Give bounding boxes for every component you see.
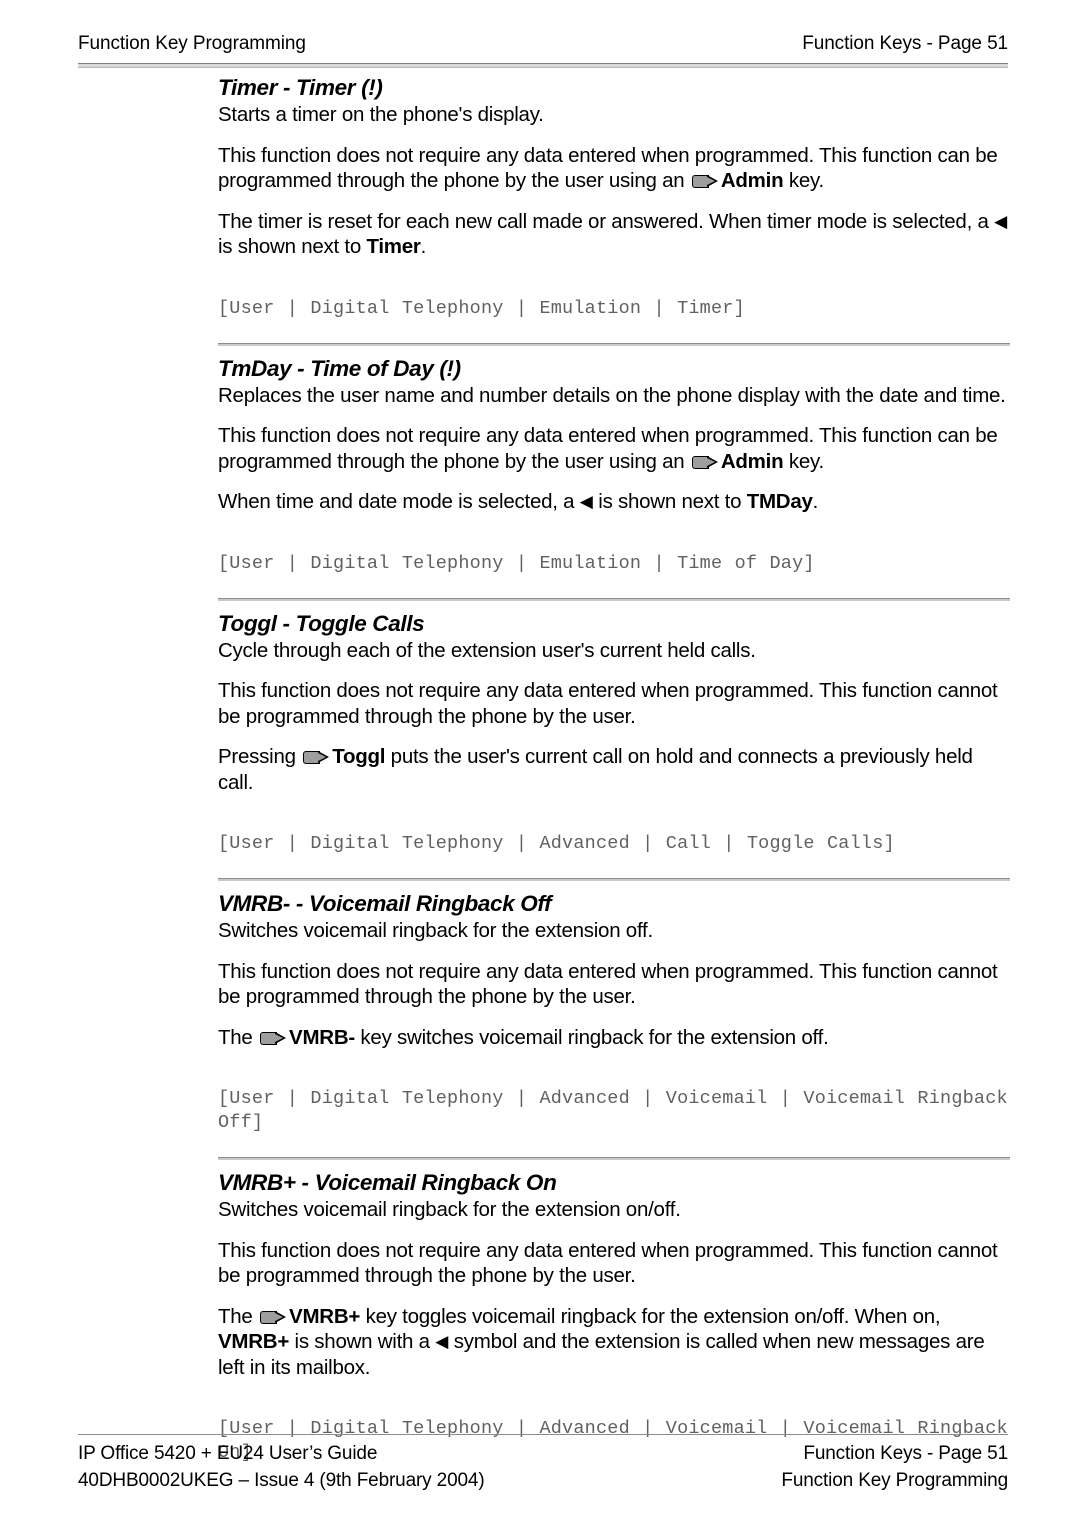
section-tmday: TmDay - Time of Day (!) Replaces the use… <box>218 342 1010 598</box>
section-heading: VMRB- - Voicemail Ringback Off <box>218 891 552 916</box>
section-paragraph: The VMRB+ key toggles voicemail ringback… <box>218 1304 1010 1381</box>
section-paragraph: Switches voicemail ringback for the exte… <box>218 1198 681 1221</box>
phone-key-icon <box>691 455 718 469</box>
section-paragraph: The timer is reset for each new call mad… <box>218 209 1010 260</box>
section-paragraph: Starts a timer on the phone's display. <box>218 103 544 126</box>
section-timer: Timer - Timer (!) Starts a timer on the … <box>218 74 1010 343</box>
page-header: Function Key Programming Function Keys -… <box>78 32 1008 56</box>
paragraph-text: When time and date mode is selected, a <box>218 490 580 513</box>
section-divider <box>218 878 1010 881</box>
section-heading: TmDay - Time of Day (!) <box>218 355 461 381</box>
emphasis-text: VMRB+ <box>289 1304 361 1328</box>
paragraph-text: This function does not require any data … <box>218 424 998 473</box>
paragraph-text: is shown next to <box>218 235 367 258</box>
emphasis-text: Timer <box>366 235 421 258</box>
config-path-code: [User | Digital Telephony | Emulation | … <box>218 552 815 574</box>
section-paragraph: This function does not require any data … <box>218 1238 998 1288</box>
paragraph-text: key. <box>783 449 824 473</box>
section-divider <box>218 597 1010 601</box>
section-heading: Toggl - Toggle Calls <box>218 610 425 636</box>
paragraph-text: This function does not require any data … <box>218 143 998 193</box>
emphasis-text: Admin <box>720 169 784 192</box>
section-paragraph: Replaces the user name and number detail… <box>218 383 1006 407</box>
footer-right: Function Keys - Page 51 Function Key Pro… <box>781 1441 1008 1494</box>
footer-page-ref: Function Keys - Page 51 <box>803 1443 1008 1464</box>
header-left-text: Function Key Programming <box>78 33 306 54</box>
section-paragraph: Pressing Toggl puts the user's current c… <box>218 744 1010 795</box>
emphasis-text: VMRB+ <box>218 1330 290 1353</box>
section-heading: VMRB+ - Voicemail Ringback On <box>218 1170 557 1195</box>
paragraph-text: is shown with a <box>289 1330 436 1353</box>
section-divider <box>218 342 1010 346</box>
section-paragraph: This function does not require any data … <box>218 423 1010 474</box>
phone-key-icon <box>303 751 330 764</box>
config-path-code: [User | Digital Telephony | Advanced | V… <box>218 1088 1008 1133</box>
left-triangle-icon: ◀ <box>994 211 1008 231</box>
emphasis-text: Admin <box>720 449 784 473</box>
section-paragraph: This function does not require any data … <box>218 679 998 728</box>
header-right-text: Function Keys - Page 51 <box>802 33 1008 54</box>
paragraph-text: key toggles voicemail ringback for the e… <box>360 1304 941 1328</box>
footer-divider <box>78 1434 1008 1435</box>
section-divider <box>218 1157 1010 1160</box>
section-heading: Timer - Timer (!) <box>218 75 383 100</box>
section-vmrb-on: VMRB+ - Voicemail Ringback On Switches v… <box>218 1157 1010 1465</box>
emphasis-text: VMRB- <box>289 1025 355 1049</box>
section-paragraph: This function does not require any data … <box>218 143 1010 194</box>
config-path-code: [User | Digital Telephony | Emulation | … <box>218 297 745 319</box>
page-footer: IP Office 5420 + EU24 User’s Guide 40DHB… <box>78 1441 1008 1494</box>
paragraph-text: key. <box>783 169 824 192</box>
section-vmrb-off: VMRB- - Voicemail Ringback Off Switches … <box>218 878 1010 1157</box>
content-column: Timer - Timer (!) Starts a timer on the … <box>218 74 1010 1465</box>
phone-key-icon <box>691 175 718 188</box>
section-toggl: Toggl - Toggle Calls Cycle through each … <box>218 597 1010 879</box>
section-paragraph: When time and date mode is selected, a ◀… <box>218 489 1010 515</box>
paragraph-text: The <box>218 1025 259 1049</box>
section-paragraph: Switches voicemail ringback for the exte… <box>218 919 653 942</box>
footer-doc-title: IP Office 5420 + EU24 User’s Guide <box>78 1443 378 1464</box>
footer-chapter-ref: Function Key Programming <box>781 1469 1008 1491</box>
header-divider <box>78 63 1008 68</box>
paragraph-text: is shown next to <box>592 490 747 513</box>
emphasis-text: Toggl <box>332 745 386 768</box>
section-paragraph: Cycle through each of the extension user… <box>218 638 756 662</box>
footer-left: IP Office 5420 + EU24 User’s Guide 40DHB… <box>78 1441 485 1494</box>
paragraph-text: The timer is reset for each new call mad… <box>218 209 995 233</box>
document-page: Function Key Programming Function Keys -… <box>0 0 1080 1528</box>
left-triangle-icon: ◀ <box>579 492 593 511</box>
footer-doc-issue: 40DHB0002UKEG – Issue 4 (9th February 20… <box>78 1469 485 1491</box>
left-triangle-icon: ◀ <box>435 1332 449 1351</box>
phone-key-icon <box>260 1310 287 1324</box>
phone-key-icon <box>260 1031 287 1045</box>
config-path-code: [User | Digital Telephony | Advanced | C… <box>218 833 895 854</box>
paragraph-text: . <box>420 235 427 258</box>
paragraph-text: Pressing <box>218 745 302 768</box>
section-paragraph: This function does not require any data … <box>218 959 998 1009</box>
paragraph-text: key switches voicemail ringback for the … <box>354 1025 829 1049</box>
emphasis-text: TMDay <box>746 490 813 513</box>
paragraph-text: The <box>218 1304 259 1328</box>
section-paragraph: The VMRB- key switches voicemail ringbac… <box>218 1025 1010 1051</box>
paragraph-text: . <box>812 490 819 513</box>
